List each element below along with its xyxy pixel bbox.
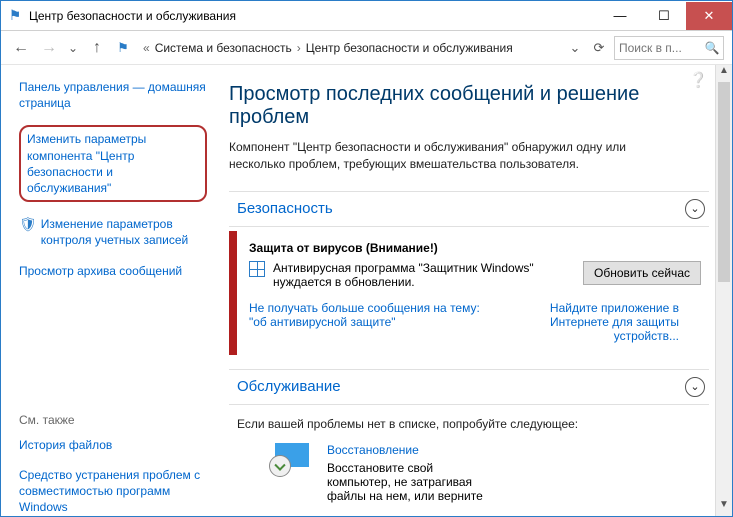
- recovery-icon: [269, 443, 311, 477]
- close-button[interactable]: ✕: [686, 2, 732, 30]
- sidebar-uac-link[interactable]: Изменение параметров контроля учетных за…: [41, 216, 207, 248]
- chevron-down-icon[interactable]: ⌄: [685, 199, 705, 219]
- alert-title: Защита от вирусов (Внимание!): [249, 241, 701, 255]
- chevron-down-icon[interactable]: ⌄: [685, 377, 705, 397]
- window-title: Центр безопасности и обслуживания: [29, 9, 598, 23]
- breadcrumb-item-1[interactable]: Система и безопасность: [155, 41, 292, 55]
- flag-icon: ⚑: [1, 7, 29, 24]
- page-subtitle: Компонент "Центр безопасности и обслужив…: [229, 139, 669, 173]
- recovery-text: Восстановите свой компьютер, не затрагив…: [327, 461, 487, 503]
- nav-bar: ← → ⌄ ↑ ⚑ « Система и безопасность › Цен…: [1, 31, 732, 65]
- recovery-link[interactable]: Восстановление: [327, 443, 487, 457]
- virus-alert: Защита от вирусов (Внимание!) Антивирусн…: [229, 231, 709, 355]
- security-heading: Безопасность: [237, 200, 685, 217]
- sidebar-change-settings-link[interactable]: Изменить параметры компонента "Центр без…: [19, 125, 207, 202]
- sidebar-file-history-link[interactable]: История файлов: [19, 438, 112, 452]
- minimize-button[interactable]: —: [598, 2, 642, 30]
- maximize-button[interactable]: ☐: [642, 2, 686, 30]
- security-section: Безопасность ⌄ Защита от вирусов (Вниман…: [229, 191, 709, 355]
- address-flag-icon: ⚑: [113, 40, 133, 56]
- back-button[interactable]: ←: [9, 36, 33, 60]
- scroll-thumb[interactable]: [718, 82, 730, 282]
- shield-icon: 🛡: [19, 217, 37, 231]
- security-section-header[interactable]: Безопасность ⌄: [229, 191, 709, 227]
- recovery-block: Восстановление Восстановите свой компьют…: [229, 443, 709, 503]
- maintenance-hint: Если вашей проблемы нет в списке, попроб…: [237, 417, 709, 431]
- history-dropdown[interactable]: ⌄: [65, 41, 81, 55]
- see-also-heading: См. также: [19, 413, 207, 427]
- suppress-messages-link[interactable]: Не получать больше сообщения на тему: "о…: [249, 301, 489, 343]
- scroll-up-button[interactable]: ▲: [716, 65, 732, 82]
- main-content: Просмотр последних сообщений и решение п…: [211, 65, 715, 516]
- maintenance-section-header[interactable]: Обслуживание ⌄: [229, 369, 709, 405]
- vertical-scrollbar[interactable]: ▲ ▼: [715, 65, 732, 516]
- refresh-button[interactable]: ⟳: [588, 37, 610, 59]
- search-box[interactable]: 🔍: [614, 36, 724, 60]
- sidebar: Панель управления — домашняя страница Из…: [1, 65, 211, 516]
- windows-defender-icon: [249, 261, 265, 277]
- up-button[interactable]: ↑: [85, 36, 109, 60]
- search-input[interactable]: [615, 41, 701, 55]
- breadcrumb[interactable]: « Система и безопасность › Центр безопас…: [137, 36, 560, 60]
- scroll-track[interactable]: [716, 82, 732, 499]
- address-dropdown-icon[interactable]: ⌄: [564, 37, 586, 59]
- content-area: ❔ Панель управления — домашняя страница …: [1, 65, 732, 516]
- address-tools: ⌄ ⟳: [564, 37, 610, 59]
- chevron-right-icon: ›: [294, 41, 304, 55]
- title-bar: ⚑ Центр безопасности и обслуживания — ☐ …: [1, 1, 732, 31]
- forward-button[interactable]: →: [37, 36, 61, 60]
- maintenance-heading: Обслуживание: [237, 378, 685, 395]
- alert-text: Антивирусная программа "Защитник Windows…: [273, 261, 575, 289]
- page-title: Просмотр последних сообщений и решение п…: [229, 83, 709, 129]
- sidebar-archive-link[interactable]: Просмотр архива сообщений: [19, 264, 182, 278]
- scroll-down-button[interactable]: ▼: [716, 499, 732, 516]
- sidebar-home-link[interactable]: Панель управления — домашняя страница: [19, 80, 206, 110]
- breadcrumb-root[interactable]: «: [140, 41, 153, 55]
- maintenance-section: Обслуживание ⌄ Если вашей проблемы нет в…: [229, 369, 709, 503]
- breadcrumb-item-2[interactable]: Центр безопасности и обслуживания: [306, 41, 513, 55]
- update-now-button[interactable]: Обновить сейчас: [583, 261, 701, 285]
- search-icon[interactable]: 🔍: [701, 41, 723, 55]
- sidebar-compat-troubleshoot-link[interactable]: Средство устранения проблем с совместимо…: [19, 468, 200, 514]
- find-app-link[interactable]: Найдите приложение в Интернете для защит…: [519, 301, 679, 343]
